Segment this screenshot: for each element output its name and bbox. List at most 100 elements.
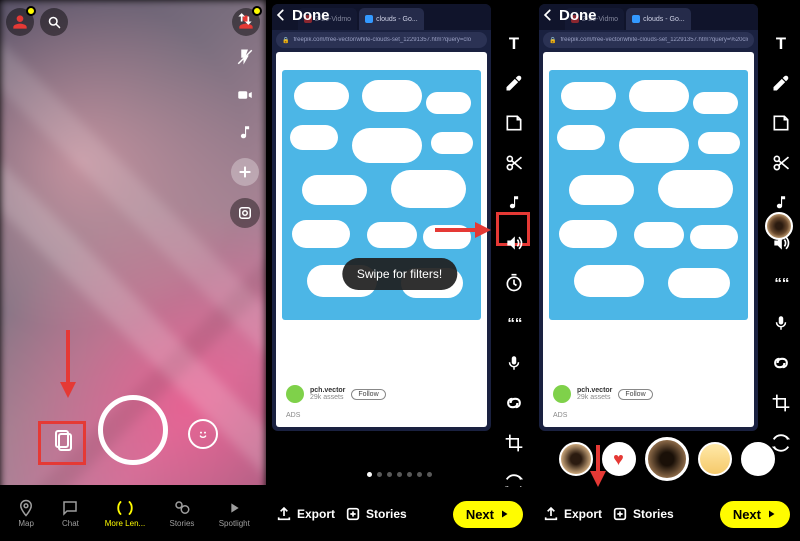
nav-stories[interactable]: Stories	[170, 499, 195, 528]
editor-header: Done	[266, 0, 533, 30]
ads-label: ADS	[553, 412, 567, 419]
export-button[interactable]: Export	[276, 506, 335, 522]
lens-option[interactable]: ♥	[602, 442, 636, 476]
next-label: Next	[466, 507, 494, 522]
stories-label: Stories	[366, 507, 407, 521]
stories-label: Stories	[633, 507, 674, 521]
vendor-avatar	[553, 385, 571, 403]
swipe-hint: Swipe for filters!	[342, 258, 457, 290]
export-label: Export	[564, 507, 602, 521]
back-button[interactable]: Done	[541, 7, 597, 24]
bottom-nav: Map Chat More Len... Stories Spotlight	[0, 485, 266, 541]
video-icon[interactable]	[232, 82, 258, 108]
mic-icon[interactable]	[768, 310, 794, 336]
nav-lenses[interactable]: More Len...	[105, 499, 145, 528]
nav-label: Chat	[62, 519, 79, 528]
nav-spotlight[interactable]: Spotlight	[219, 499, 250, 528]
chat-icon	[60, 499, 80, 517]
export-button[interactable]: Export	[543, 506, 602, 522]
filter-dots	[266, 472, 533, 477]
url-bar: 🔒freepik.com/free-vector/white-clouds-se…	[276, 32, 487, 48]
profile-button[interactable]	[6, 8, 34, 36]
top-bar	[6, 6, 260, 38]
play-icon	[498, 508, 510, 520]
done-label: Done	[559, 7, 597, 24]
scissors-icon[interactable]	[768, 150, 794, 176]
lens-carousel-button[interactable]	[188, 419, 218, 449]
stories-button[interactable]: Stories	[345, 506, 407, 522]
vendor-row: pch.vector29k assets Follow	[286, 385, 386, 403]
flash-icon[interactable]	[232, 44, 258, 70]
next-button[interactable]: Next	[453, 501, 523, 528]
nav-map[interactable]: Map	[16, 499, 36, 528]
vendor-avatar	[286, 385, 304, 403]
nav-label: More Len...	[105, 519, 145, 528]
applied-lens-preview[interactable]	[765, 212, 793, 240]
music-tool-icon[interactable]	[501, 190, 527, 216]
svg-text:““: ““	[774, 275, 789, 292]
sound-icon[interactable]	[501, 230, 527, 256]
search-button[interactable]	[40, 8, 68, 36]
ads-label: ADS	[286, 412, 300, 419]
stories-icon	[172, 499, 192, 517]
lens-explorer-icon[interactable]	[230, 198, 260, 228]
editor-screen-2: 2-20-Vidmo clouds - Go... 🔒freepik.com/f…	[533, 0, 800, 541]
music-icon[interactable]	[232, 120, 258, 146]
export-icon	[543, 506, 559, 522]
captured-content: 2-20-Vidmo clouds - Go... 🔒freepik.com/f…	[539, 4, 758, 431]
draw-tool-icon[interactable]	[501, 70, 527, 96]
vendor-row: pch.vector29k assets Follow	[553, 385, 653, 403]
export-label: Export	[297, 507, 335, 521]
next-label: Next	[733, 507, 761, 522]
quote-icon[interactable]: ““	[768, 270, 794, 296]
captured-content: 2-20-Vidmo clouds - Go... 🔒freepik.com/f…	[272, 4, 491, 431]
image-preview	[549, 70, 748, 320]
export-icon	[276, 506, 292, 522]
done-label: Done	[292, 7, 330, 24]
timer-tool-icon[interactable]	[501, 270, 527, 296]
lens-option[interactable]	[698, 442, 732, 476]
follow-button: Follow	[618, 389, 652, 400]
lens-carousel[interactable]: ♥	[533, 437, 800, 481]
lens-option-selected[interactable]	[645, 437, 689, 481]
url-bar: 🔒freepik.com/free-vector/white-clouds-se…	[543, 32, 754, 48]
stories-button[interactable]: Stories	[612, 506, 674, 522]
crop-icon[interactable]	[501, 430, 527, 456]
mic-icon[interactable]	[501, 350, 527, 376]
editor-bottom-bar: Export Stories Next	[533, 487, 800, 541]
flip-camera-icon[interactable]	[232, 6, 258, 32]
next-button[interactable]: Next	[720, 501, 790, 528]
lens-option[interactable]	[559, 442, 593, 476]
nav-label: Map	[18, 519, 34, 528]
svg-text:T: T	[776, 34, 786, 53]
nav-chat[interactable]: Chat	[60, 499, 80, 528]
capture-row	[0, 395, 266, 465]
draw-tool-icon[interactable]	[768, 70, 794, 96]
play-icon	[765, 508, 777, 520]
text-tool-icon[interactable]: T	[501, 30, 527, 56]
map-pin-icon	[16, 499, 36, 517]
scissors-icon[interactable]	[501, 150, 527, 176]
add-tool-icon[interactable]	[231, 158, 259, 186]
capture-button[interactable]	[98, 395, 168, 465]
editor-bottom-bar: Export Stories Next	[266, 487, 533, 541]
sticker-tool-icon[interactable]	[768, 110, 794, 136]
link-icon[interactable]	[501, 390, 527, 416]
lens-option[interactable]	[741, 442, 775, 476]
notification-dot	[26, 6, 36, 16]
text-tool-icon[interactable]: T	[768, 30, 794, 56]
back-button[interactable]: Done	[274, 7, 330, 24]
sticker-tool-icon[interactable]	[501, 110, 527, 136]
camera-screen: Map Chat More Len... Stories Spotlight	[0, 0, 266, 541]
stories-add-icon	[612, 506, 628, 522]
editor-screen-1: 2-20-Vidmo clouds - Go... 🔒freepik.com/f…	[266, 0, 533, 541]
stories-add-icon	[345, 506, 361, 522]
crop-icon[interactable]	[768, 390, 794, 416]
spotlight-icon	[224, 499, 244, 517]
edit-tools-column: T ““	[768, 30, 794, 456]
follow-button: Follow	[351, 389, 385, 400]
svg-text:T: T	[509, 34, 519, 53]
nav-label: Spotlight	[219, 519, 250, 528]
link-icon[interactable]	[768, 350, 794, 376]
quote-icon[interactable]: ““	[501, 310, 527, 336]
